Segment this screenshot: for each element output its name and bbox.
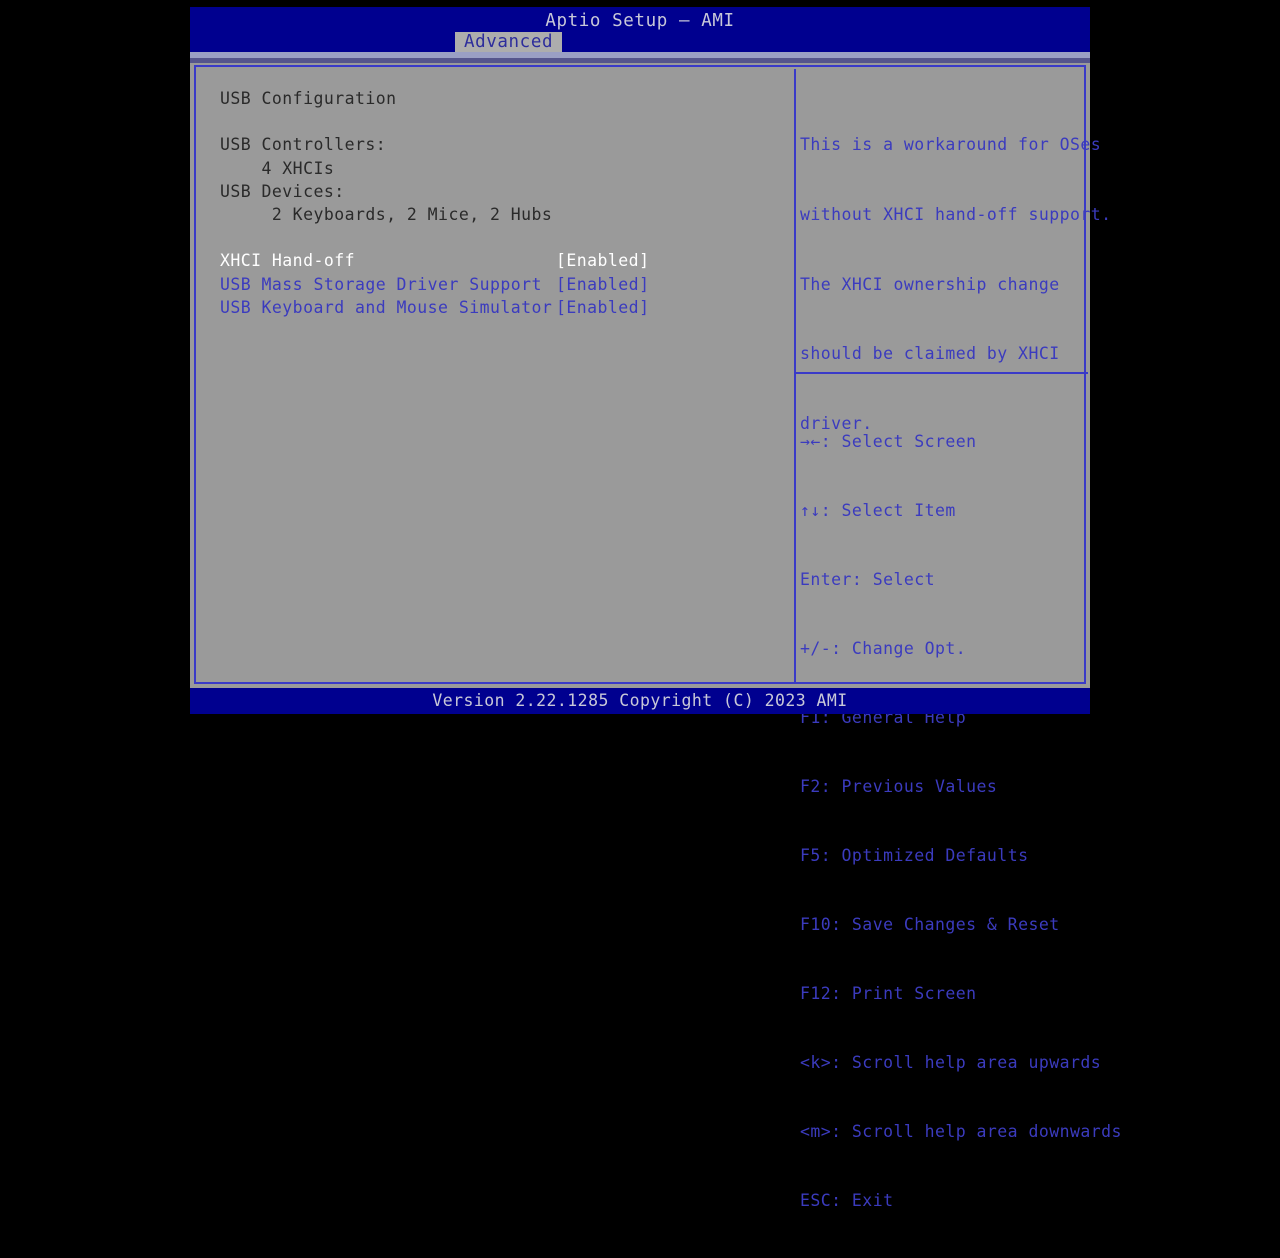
key-legend-f5: F5: Optimized Defaults (800, 846, 1029, 865)
arrow-left-right-icon: →← (800, 432, 821, 451)
info-line-devices-value: 2 Keyboards, 2 Mice, 2 Hubs (220, 204, 553, 224)
setting-row-usb-keyboard-and-mouse-simulator[interactable]: USB Keyboard and Mouse Simulator [Enable… (220, 296, 786, 319)
setting-value[interactable]: [Enabled] (556, 249, 649, 272)
info-line-controllers-value: 4 XHCIs (220, 158, 335, 178)
help-line: This is a workaround for OSes (800, 135, 1102, 155)
info-line-controllers: USB Controllers: (220, 135, 387, 155)
tab-bar: Advanced (190, 32, 1090, 52)
setting-label: USB Keyboard and Mouse Simulator (220, 297, 553, 317)
key-legend-f2: F2: Previous Values (800, 777, 998, 796)
setting-row-xhci-hand-off[interactable]: XHCI Hand-off [Enabled] (220, 249, 786, 272)
key-legend-scroll-down: <m>: Scroll help area downwards (800, 1122, 1122, 1141)
help-line: The XHCI ownership change (800, 274, 1060, 294)
footer-bar: Version 2.22.1285 Copyright (C) 2023 AMI (190, 688, 1090, 714)
bios-screen: Aptio Setup – AMI Advanced USB Configura… (0, 0, 1280, 1210)
body-area: USB Configuration USB Controllers: 4 XHC… (190, 63, 1121, 1210)
help-panel: This is a workaround for OSes without XH… (796, 87, 1121, 1210)
title-bar: Aptio Setup – AMI Advanced (190, 7, 1090, 52)
page-title: Aptio Setup – AMI (545, 11, 735, 31)
help-line: without XHCI hand-off support. (800, 205, 1112, 225)
version-text: Version 2.22.1285 Copyright (C) 2023 AMI (432, 691, 848, 710)
setting-label: USB Mass Storage Driver Support (220, 274, 542, 294)
section-title: USB Configuration (220, 89, 397, 108)
key-legend-select-item: ↑↓: Select Item (800, 501, 956, 520)
settings-panel: USB Configuration USB Controllers: 4 XHC… (220, 87, 786, 677)
info-line-devices: USB Devices: (220, 181, 345, 201)
help-line: should be claimed by XHCI (800, 344, 1060, 364)
key-legend-enter: Enter: Select (800, 570, 935, 589)
setting-row-usb-mass-storage-driver-support[interactable]: USB Mass Storage Driver Support [Enabled… (220, 273, 786, 296)
key-legend-select-screen: →←: Select Screen (800, 432, 977, 451)
panel-divider (794, 69, 796, 684)
help-separator (796, 372, 1088, 374)
setting-value[interactable]: [Enabled] (556, 296, 649, 319)
key-legend: →←: Select Screen ↑↓: Select Item Enter:… (800, 384, 1122, 1258)
key-legend-change-opt: +/-: Change Opt. (800, 639, 967, 658)
key-legend-f12: F12: Print Screen (800, 984, 977, 1003)
bios-viewport: Aptio Setup – AMI Advanced USB Configura… (190, 7, 1121, 1210)
setting-label: XHCI Hand-off (220, 251, 355, 271)
key-legend-esc: ESC: Exit (800, 1191, 894, 1210)
setting-value[interactable]: [Enabled] (556, 273, 649, 296)
arrow-up-down-icon: ↑↓ (800, 501, 821, 520)
key-legend-scroll-up: <k>: Scroll help area upwards (800, 1053, 1102, 1072)
panel-frame: USB Configuration USB Controllers: 4 XHC… (194, 65, 1121, 1210)
tab-advanced[interactable]: Advanced (455, 32, 563, 52)
key-legend-f10: F10: Save Changes & Reset (800, 915, 1060, 934)
